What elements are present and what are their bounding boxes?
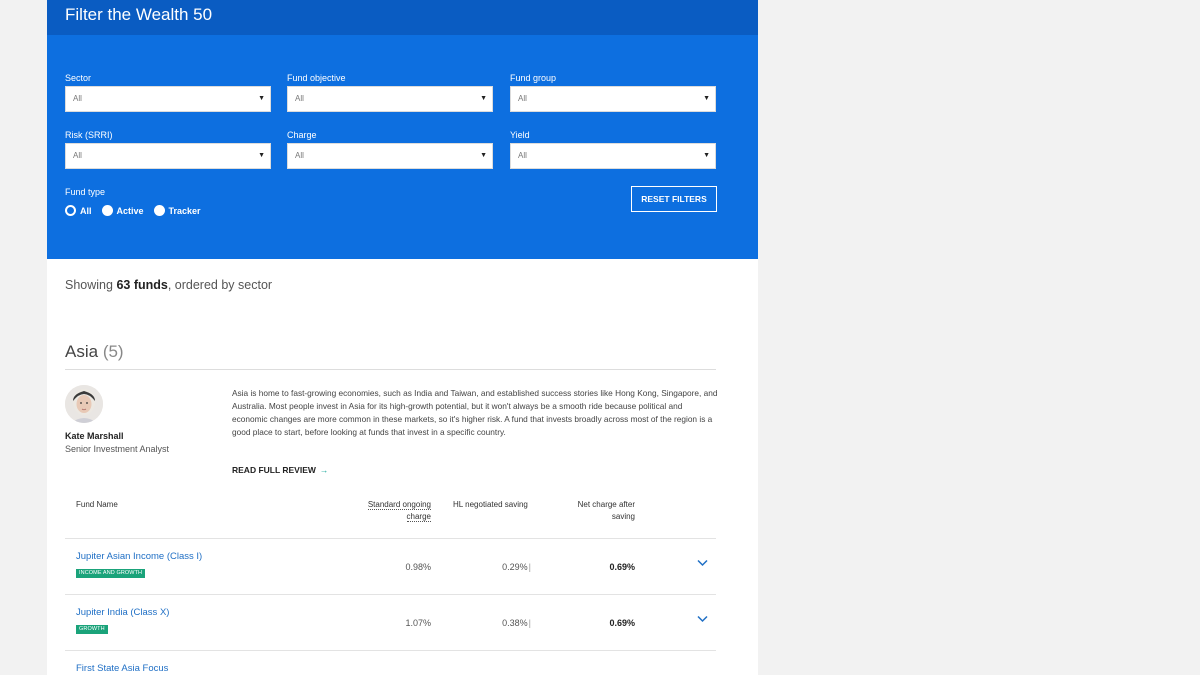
hl-saving-value: 0.38%| (477, 618, 531, 628)
fund-objective-filter: Fund objective All ▼ (287, 73, 493, 112)
analyst-role: Senior Investment Analyst (65, 444, 170, 454)
risk-select-value: All (73, 151, 82, 160)
fund-type-active-label: Active (116, 205, 144, 216)
divider (65, 650, 716, 651)
yield-select-value: All (518, 151, 527, 160)
dropdown-arrow-icon: ▼ (703, 152, 710, 159)
divider (65, 594, 716, 595)
radio-icon (153, 205, 165, 216)
col-hl-saving: HL negotiated saving (453, 500, 528, 509)
col-net-charge-line2: saving (611, 512, 635, 521)
fund-group-label: Fund group (510, 73, 557, 83)
charge-select[interactable]: All ▼ (287, 143, 493, 169)
sector-filter: Sector All ▼ (65, 73, 271, 112)
results-summary: Showing 63 funds, ordered by sector (65, 278, 272, 292)
sector-name: Asia (65, 342, 99, 361)
radio-icon (101, 205, 113, 216)
dropdown-arrow-icon: ▼ (480, 95, 487, 102)
sector-count: (5) (102, 342, 124, 361)
fund-type-radio-group: All Active Tracker (65, 205, 211, 216)
fund-type-tracker-label: Tracker (168, 205, 201, 216)
net-charge-value: 0.69% (609, 618, 635, 628)
results-count: 63 funds (116, 278, 168, 292)
fund-type-all-label: All (80, 205, 92, 216)
sector-select-value: All (73, 94, 82, 103)
sector-review-text: Asia is home to fast-growing economies, … (232, 388, 718, 437)
col-ongoing-charge-line2: charge (406, 512, 431, 522)
charge-select-value: All (295, 151, 304, 160)
divider (65, 369, 716, 370)
dropdown-arrow-icon: ▼ (258, 152, 265, 159)
fund-type-all-radio[interactable]: All (65, 205, 92, 216)
col-net-charge-line1: Net charge after (577, 500, 635, 509)
read-full-review-label: READ FULL REVIEW (232, 465, 316, 475)
fund-objective-select-value: All (295, 94, 304, 103)
hl-saving-amount: 0.38% (502, 618, 528, 628)
hl-saving-value: 0.29%| (477, 562, 531, 572)
results-prefix: Showing (65, 278, 117, 292)
avatar (65, 385, 103, 423)
fund-group-filter: Fund group All ▼ (510, 73, 716, 112)
fund-group-select-value: All (518, 94, 527, 103)
results-suffix: , ordered by sector (167, 278, 273, 292)
charge-label: Charge (287, 130, 317, 140)
divider (65, 538, 716, 539)
fund-link[interactable]: First State Asia Focus (76, 663, 168, 674)
yield-select[interactable]: All ▼ (510, 143, 716, 169)
risk-select[interactable]: All ▼ (65, 143, 271, 169)
risk-label: Risk (SRRI) (65, 130, 113, 140)
fund-type-label: Fund type (65, 187, 106, 197)
yield-label: Yield (510, 130, 530, 140)
analyst-name: Kate Marshall (65, 431, 124, 441)
col-ongoing-charge-line1: Standard ongoing (367, 500, 431, 510)
filter-title: Filter the Wealth 50 (65, 5, 213, 24)
fund-link[interactable]: Jupiter India (Class X) (76, 607, 169, 618)
sector-heading: Asia (5) (65, 342, 124, 362)
fund-type-active-radio[interactable]: Active (101, 205, 144, 216)
info-marker-icon: | (528, 562, 531, 572)
col-net-charge: Net charge after saving (555, 499, 635, 523)
sector-select[interactable]: All ▼ (65, 86, 271, 112)
info-marker-icon: | (528, 618, 531, 628)
yield-filter: Yield All ▼ (510, 130, 716, 169)
fund-objective-select[interactable]: All ▼ (287, 86, 493, 112)
net-charge-value: 0.69% (609, 562, 635, 572)
fund-type-tracker-radio[interactable]: Tracker (153, 205, 201, 216)
chevron-down-icon[interactable] (697, 615, 708, 626)
radio-selected-icon (65, 205, 76, 216)
filter-panel: Sector All ▼ Fund objective All ▼ Fund g… (47, 35, 758, 259)
col-fund-name: Fund Name (76, 500, 118, 509)
page-content: Filter the Wealth 50 Sector All ▼ Fund o… (47, 0, 758, 675)
ongoing-charge-value: 0.98% (405, 562, 431, 572)
fund-group-select[interactable]: All ▼ (510, 86, 716, 112)
risk-filter: Risk (SRRI) All ▼ (65, 130, 271, 169)
sector-label: Sector (65, 73, 92, 83)
charge-filter: Charge All ▼ (287, 130, 493, 169)
fund-objective-badge: INCOME AND GROWTH (76, 569, 146, 578)
read-full-review-link[interactable]: READ FULL REVIEW → (232, 465, 328, 475)
filter-header: Filter the Wealth 50 (47, 0, 758, 35)
ongoing-charge-value: 1.07% (405, 618, 431, 628)
fund-objective-label: Fund objective (287, 73, 346, 83)
dropdown-arrow-icon: ▼ (703, 95, 710, 102)
fund-link[interactable]: Jupiter Asian Income (Class I) (76, 551, 202, 562)
chevron-down-icon[interactable] (697, 559, 708, 570)
reset-filters-button[interactable]: RESET FILTERS (631, 186, 717, 212)
col-ongoing-charge[interactable]: Standard ongoing charge (347, 499, 431, 523)
dropdown-arrow-icon: ▼ (258, 95, 265, 102)
hl-saving-amount: 0.29% (502, 562, 528, 572)
dropdown-arrow-icon: ▼ (480, 152, 487, 159)
arrow-right-icon: → (319, 465, 329, 475)
fund-objective-badge: GROWTH (76, 625, 108, 634)
